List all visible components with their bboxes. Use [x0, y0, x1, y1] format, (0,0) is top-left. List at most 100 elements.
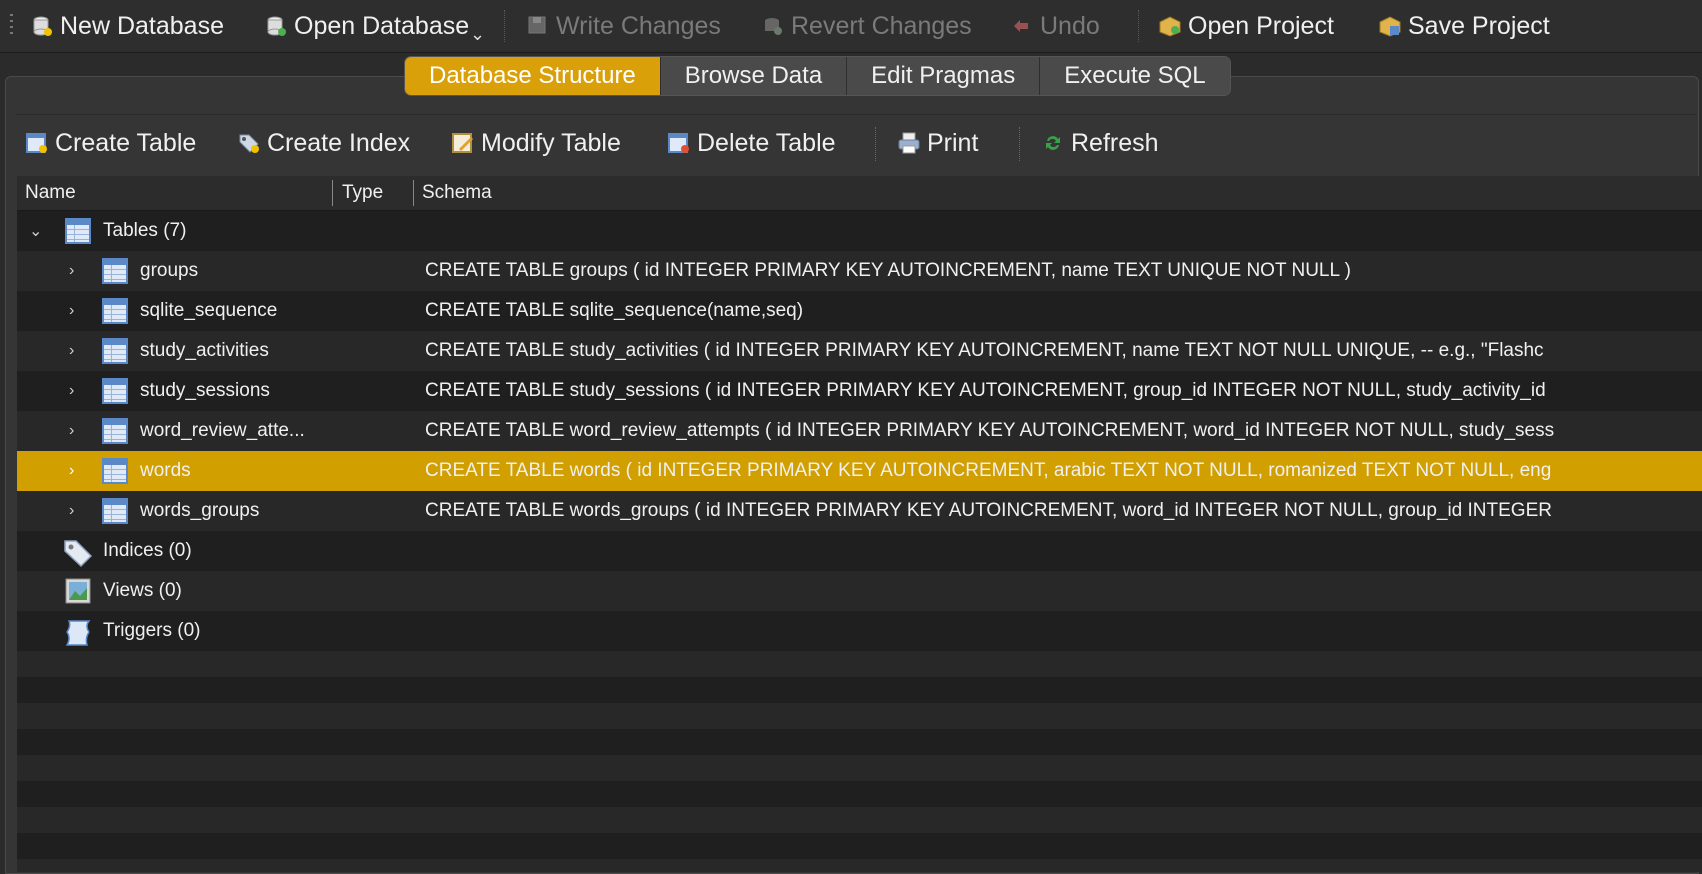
- toolbar-separator: [1138, 10, 1139, 42]
- open-database-icon: [264, 14, 288, 38]
- table-icon: [102, 258, 128, 284]
- modify-table-label: Modify Table: [481, 128, 621, 157]
- open-project-icon: [1158, 14, 1182, 38]
- empty-row: [17, 859, 1702, 872]
- tree-header: Name Type Schema: [17, 176, 1702, 211]
- undo-icon: [1010, 14, 1034, 38]
- create-index-button[interactable]: Create Index: [237, 125, 410, 161]
- table-icon: [102, 418, 128, 444]
- table-icon: [102, 338, 128, 364]
- create-index-icon: [237, 131, 261, 155]
- print-label: Print: [927, 128, 979, 157]
- tree-rows: ⌄ Tables (7) › groups CREATE TABLE group…: [17, 211, 1702, 872]
- table-name: study_activities: [140, 340, 269, 361]
- chevron-right-icon[interactable]: ›: [69, 491, 74, 531]
- open-project-label: Open Project: [1188, 11, 1334, 40]
- table-row[interactable]: › words_groups CREATE TABLE words_groups…: [17, 491, 1702, 531]
- table-row[interactable]: › sqlite_sequence CREATE TABLE sqlite_se…: [17, 291, 1702, 331]
- write-changes-label: Write Changes: [556, 11, 721, 40]
- tree-row-triggers[interactable]: Triggers (0): [17, 611, 1702, 651]
- tab-edit-pragmas[interactable]: Edit Pragmas: [847, 57, 1041, 95]
- tree-row-views[interactable]: Views (0): [17, 571, 1702, 611]
- revert-changes-label: Revert Changes: [791, 11, 972, 40]
- table-icon: [102, 458, 128, 484]
- column-header-type[interactable]: Type: [342, 176, 383, 210]
- tab-execute-sql[interactable]: Execute SQL: [1040, 57, 1230, 95]
- modify-table-icon: [451, 131, 475, 155]
- tree-row-indices[interactable]: Indices (0): [17, 531, 1702, 571]
- refresh-label: Refresh: [1071, 128, 1159, 157]
- empty-row: [17, 703, 1702, 729]
- revert-changes-button[interactable]: Revert Changes: [761, 8, 972, 44]
- save-project-button[interactable]: Save Project: [1378, 8, 1550, 44]
- table-schema: CREATE TABLE sqlite_sequence(name,seq): [425, 300, 804, 321]
- chevron-right-icon[interactable]: ›: [69, 371, 74, 411]
- write-changes-button[interactable]: Write Changes: [526, 8, 721, 44]
- empty-row: [17, 651, 1702, 677]
- column-divider[interactable]: [413, 180, 414, 206]
- chevron-right-icon[interactable]: ›: [69, 411, 74, 451]
- table-icon: [102, 378, 128, 404]
- toolbar-separator: [1019, 127, 1020, 161]
- toolbar-grip[interactable]: [10, 14, 13, 38]
- delete-table-button[interactable]: Delete Table: [667, 125, 836, 161]
- tab-browse-data[interactable]: Browse Data: [660, 57, 848, 95]
- table-name: groups: [140, 260, 199, 281]
- delete-table-icon: [667, 131, 691, 155]
- toolbar-separator: [875, 127, 876, 161]
- table-name: word_review_atte...: [140, 420, 305, 441]
- empty-row: [17, 833, 1702, 859]
- print-button[interactable]: Print: [897, 125, 978, 161]
- table-name: study_sessions: [140, 380, 270, 401]
- chevron-down-icon[interactable]: ⌄: [29, 211, 42, 251]
- scroll-icon: [63, 618, 91, 646]
- triggers-group-label: Triggers (0): [103, 620, 201, 641]
- open-database-label: Open Database: [294, 11, 470, 40]
- table-icon: [102, 498, 128, 524]
- table-row[interactable]: › study_activities CREATE TABLE study_ac…: [17, 331, 1702, 371]
- table-schema: CREATE TABLE study_activities ( id INTEG…: [425, 340, 1544, 361]
- column-divider[interactable]: [332, 180, 333, 206]
- save-project-label: Save Project: [1408, 11, 1550, 40]
- table-name: sqlite_sequence: [140, 300, 278, 321]
- create-table-button[interactable]: Create Table: [25, 125, 196, 161]
- table-row[interactable]: › word_review_atte... CREATE TABLE word_…: [17, 411, 1702, 451]
- chevron-right-icon[interactable]: ›: [69, 451, 74, 491]
- create-index-label: Create Index: [267, 128, 411, 157]
- refresh-button[interactable]: Refresh: [1041, 125, 1159, 161]
- undo-button[interactable]: Undo: [1010, 8, 1100, 44]
- empty-row: [17, 807, 1702, 833]
- chevron-right-icon[interactable]: ›: [69, 251, 74, 291]
- schema-tree[interactable]: Name Type Schema ⌄ Tables (7) › groups C…: [17, 176, 1702, 872]
- open-database-button[interactable]: Open Database: [264, 8, 469, 44]
- indices-group-label: Indices (0): [103, 540, 192, 561]
- new-database-label: New Database: [60, 11, 224, 40]
- modify-table-button[interactable]: Modify Table: [451, 125, 621, 161]
- table-schema: CREATE TABLE word_review_attempts ( id I…: [425, 420, 1555, 441]
- table-icon: [65, 218, 91, 244]
- table-schema: CREATE TABLE words_groups ( id INTEGER P…: [425, 500, 1552, 521]
- chevron-right-icon[interactable]: ›: [69, 291, 74, 331]
- column-header-schema[interactable]: Schema: [422, 176, 492, 210]
- chevron-down-icon[interactable]: ⌄: [470, 24, 485, 45]
- tab-database-structure[interactable]: Database Structure: [405, 57, 661, 95]
- tree-row-tables[interactable]: ⌄ Tables (7): [17, 211, 1702, 251]
- open-project-button[interactable]: Open Project: [1158, 8, 1334, 44]
- table-name: words: [140, 460, 191, 481]
- delete-table-label: Delete Table: [697, 128, 836, 157]
- undo-label: Undo: [1040, 11, 1100, 40]
- toolbar-separator: [504, 10, 505, 42]
- create-table-label: Create Table: [55, 128, 197, 157]
- table-schema: CREATE TABLE study_sessions ( id INTEGER…: [425, 380, 1546, 401]
- tables-group-label: Tables (7): [103, 220, 187, 241]
- table-row[interactable]: › groups CREATE TABLE groups ( id INTEGE…: [17, 251, 1702, 291]
- structure-toolbar: Create Table Create Index Modify Table D…: [17, 114, 1697, 171]
- column-header-name[interactable]: Name: [25, 176, 76, 210]
- views-group-label: Views (0): [103, 580, 182, 601]
- table-row[interactable]: › study_sessions CREATE TABLE study_sess…: [17, 371, 1702, 411]
- table-name: words_groups: [140, 500, 260, 521]
- new-database-button[interactable]: New Database: [30, 8, 224, 44]
- new-database-icon: [30, 14, 54, 38]
- table-row-selected[interactable]: › words CREATE TABLE words ( id INTEGER …: [17, 451, 1702, 491]
- chevron-right-icon[interactable]: ›: [69, 331, 74, 371]
